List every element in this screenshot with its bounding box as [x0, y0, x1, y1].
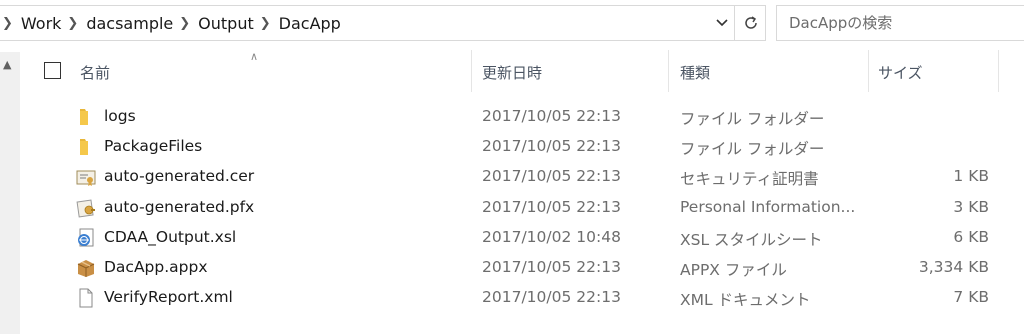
column-divider[interactable] — [868, 50, 869, 92]
file-row[interactable]: auto-generated.pfx 2017/10/05 22:13 Pers… — [20, 193, 1024, 223]
file-row[interactable]: DacApp.appx 2017/10/05 22:13 APPX ファイル 3… — [20, 253, 1024, 283]
history-dropdown-button[interactable] — [712, 10, 732, 36]
breadcrumb-item-output[interactable]: Output — [198, 14, 254, 33]
file-name[interactable]: auto-generated.pfx — [104, 198, 254, 216]
column-divider[interactable] — [998, 50, 999, 92]
file-date: 2017/10/02 10:48 — [482, 227, 621, 246]
column-divider[interactable] — [471, 50, 472, 92]
file-type: ファイル フォルダー — [680, 110, 825, 128]
chevron-right-icon[interactable]: ❯ — [67, 16, 78, 31]
column-header-date[interactable]: 更新日時 — [482, 62, 542, 83]
pfx-icon — [76, 199, 95, 218]
file-date: 2017/10/05 22:13 — [482, 257, 621, 276]
file-type: XSL スタイルシート — [680, 230, 823, 249]
breadcrumb-item-work[interactable]: Work — [21, 14, 62, 33]
file-date: 2017/10/05 22:13 — [482, 197, 621, 216]
navigation-pane-edge: ▲ — [0, 52, 20, 334]
breadcrumb-item-dacapp[interactable]: DacApp — [279, 14, 341, 33]
file-size: 3,334 KB — [918, 257, 989, 276]
file-name[interactable]: PackageFiles — [104, 137, 202, 155]
breadcrumb[interactable]: ❯ Work ❯ dacsample ❯ Output ❯ DacApp — [0, 5, 766, 41]
file-size: 7 KB — [953, 288, 989, 307]
breadcrumb-item-dacsample[interactable]: dacsample — [86, 14, 173, 33]
file-name[interactable]: auto-generated.cer — [104, 167, 254, 185]
file-type: セキュリティ証明書 — [680, 170, 819, 189]
file-type: APPX ファイル — [680, 260, 787, 279]
file-type: XML ドキュメント — [680, 291, 811, 310]
file-name[interactable]: CDAA_Output.xsl — [104, 228, 236, 246]
column-header-size[interactable]: サイズ — [878, 62, 923, 83]
chevron-right-icon[interactable]: ❯ — [2, 16, 13, 31]
file-date: 2017/10/05 22:13 — [482, 167, 621, 186]
file-row[interactable]: CDAA_Output.xsl 2017/10/02 10:48 XSL スタイ… — [20, 223, 1024, 253]
file-date: 2017/10/05 22:13 — [482, 288, 621, 307]
file-row[interactable]: auto-generated.cer 2017/10/05 22:13 セキュリ… — [20, 162, 1024, 192]
refresh-icon — [744, 16, 757, 29]
file-row[interactable]: PackageFiles 2017/10/05 22:13 ファイル フォルダー — [20, 132, 1024, 162]
scroll-up-icon[interactable]: ▲ — [3, 58, 11, 71]
document-icon — [79, 288, 93, 308]
refresh-button[interactable] — [734, 5, 766, 41]
file-type: Personal Information... — [680, 197, 856, 216]
package-icon — [77, 259, 95, 277]
file-date: 2017/10/05 22:13 — [482, 137, 621, 156]
file-size: 3 KB — [953, 197, 989, 216]
column-header-name[interactable]: 名前 — [80, 62, 110, 83]
chevron-right-icon[interactable]: ❯ — [179, 16, 190, 31]
file-type: ファイル フォルダー — [680, 140, 825, 159]
file-size: 6 KB — [953, 227, 989, 246]
xsl-icon — [78, 228, 94, 247]
certificate-icon — [76, 170, 96, 187]
file-size: 1 KB — [953, 167, 989, 186]
column-divider[interactable] — [668, 50, 669, 92]
chevron-right-icon[interactable]: ❯ — [260, 16, 271, 31]
chevron-down-icon — [716, 19, 728, 27]
file-list: logs 2017/10/05 22:13 ファイル フォルダー Package… — [20, 102, 1024, 313]
search-box[interactable] — [776, 5, 1024, 41]
search-input[interactable] — [789, 14, 1009, 32]
file-date: 2017/10/05 22:13 — [482, 107, 621, 125]
file-name[interactable]: VerifyReport.xml — [104, 288, 233, 306]
file-name[interactable]: logs — [104, 107, 136, 125]
folder-icon — [80, 109, 88, 125]
file-row[interactable]: logs 2017/10/05 22:13 ファイル フォルダー — [20, 102, 1024, 132]
column-header-type[interactable]: 種類 — [680, 62, 710, 83]
file-name[interactable]: DacApp.appx — [104, 258, 208, 276]
column-header: 名前 更新日時 種類 サイズ — [20, 50, 1024, 92]
address-bar: ❯ Work ❯ dacsample ❯ Output ❯ DacApp — [0, 0, 1024, 46]
folder-icon — [80, 139, 88, 156]
file-row[interactable]: VerifyReport.xml 2017/10/05 22:13 XML ドキ… — [20, 283, 1024, 313]
select-all-checkbox[interactable] — [44, 62, 61, 79]
